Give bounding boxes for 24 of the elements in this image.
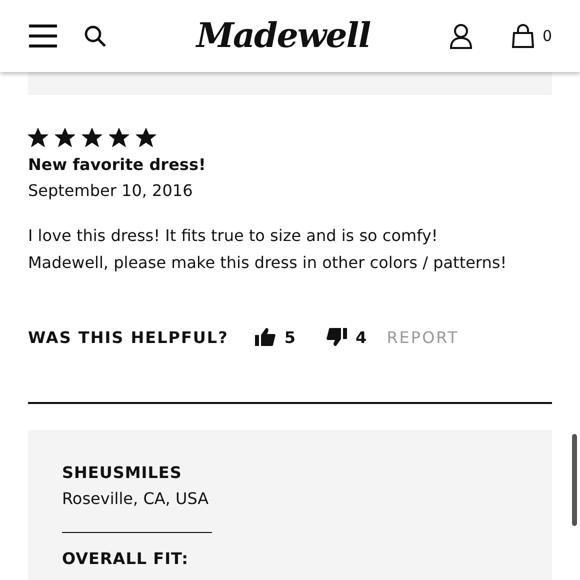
review-text: I love this dress! It fits true to size and is so comfy! (28, 225, 439, 247)
scrollbar[interactable] (572, 434, 577, 526)
fit-label: OVERALL FIT: (62, 549, 190, 568)
search-icon[interactable] (84, 25, 106, 47)
thumbs-down-icon[interactable] (326, 327, 348, 347)
account-icon[interactable] (450, 23, 472, 49)
reviewer-location: Roseville, CA, USA (62, 489, 210, 508)
helpful-label: WAS THIS HELPFUL? (28, 328, 228, 346)
shopping-bag-icon[interactable] (512, 24, 534, 48)
star-icon (28, 128, 48, 147)
review-title: New favorite dress! (28, 155, 207, 174)
star-icon (136, 128, 156, 147)
review-text: Madewell, please make this dress in other colors / patterns! (28, 252, 508, 274)
review-date: September 10, 2016 (28, 181, 194, 200)
star-icon (55, 128, 75, 147)
upvote-count: 5 (284, 328, 296, 346)
brand-logo[interactable]: Madewell (116, 16, 450, 56)
menu-icon[interactable] (28, 24, 58, 48)
star-icon (82, 128, 102, 147)
star-icon (109, 128, 129, 147)
downvote-count: 4 (356, 328, 367, 346)
reviewer-name: SHEUSMILES (62, 463, 183, 482)
thumbs-up-icon[interactable] (254, 327, 276, 347)
cart-count: 0 (542, 27, 552, 45)
